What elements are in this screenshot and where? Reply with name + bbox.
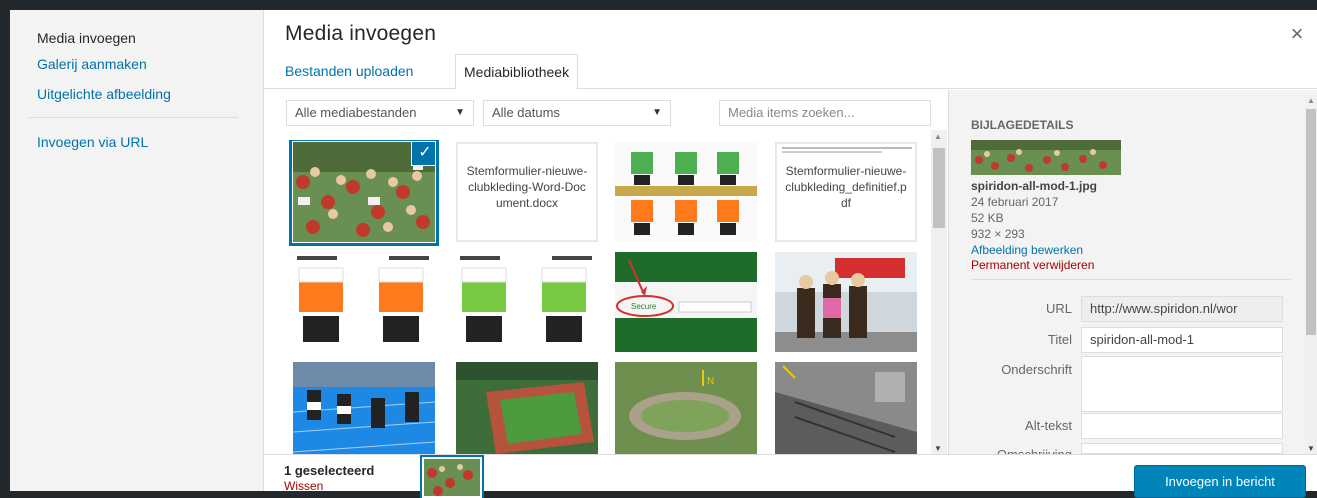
- insert-into-post-button[interactable]: Invoegen in bericht: [1134, 465, 1306, 498]
- attachment-athletes-photo[interactable]: [775, 252, 917, 352]
- caption-field[interactable]: [1081, 356, 1283, 412]
- attachment-stadium-aerial[interactable]: [456, 362, 598, 454]
- media-menu: Media invoegen Galerij aanmaken Uitgelic…: [10, 10, 264, 491]
- selection-count: 1 geselecteerd: [284, 463, 375, 478]
- modal-title: Media invoegen: [285, 22, 437, 45]
- admin-top-bar: [0, 0, 1317, 10]
- menu-item-create-gallery[interactable]: Galerij aanmaken: [37, 56, 147, 72]
- alt-text-field[interactable]: [1081, 413, 1283, 439]
- tab-upload-files[interactable]: Bestanden uploaden: [277, 54, 421, 89]
- details-filesize: 52 KB: [971, 211, 1004, 225]
- attachment-kit-design-orange[interactable]: [293, 252, 435, 352]
- media-type-filter[interactable]: Alle mediabestanden ▼: [286, 100, 474, 126]
- title-label: Titel: [1047, 332, 1072, 347]
- stadium-aerial-thumbnail: [456, 362, 598, 454]
- attachment-docx[interactable]: Stemformulier-nieuwe-clubkleding-Word-Do…: [456, 142, 598, 242]
- menu-item-insert-from-url[interactable]: Invoegen via URL: [37, 134, 148, 150]
- attachment-sprint-photo[interactable]: [293, 362, 435, 454]
- date-filter-value: Alle datums: [492, 105, 560, 120]
- svg-text:N: N: [707, 376, 714, 387]
- scroll-up-icon[interactable]: ▲: [934, 132, 942, 141]
- media-type-filter-value: Alle mediabestanden: [295, 105, 417, 120]
- athletes-photo-thumbnail: [775, 252, 917, 352]
- scroll-down-icon[interactable]: ▼: [934, 444, 942, 453]
- menu-separator: [28, 117, 238, 118]
- chevron-down-icon: ▼: [652, 107, 662, 118]
- media-toolbar: 1 geselecteerd Wissen Invoegen in berich…: [264, 454, 1317, 498]
- attachment-pdf[interactable]: Stemformulier-nieuwe-clubkleding_definit…: [775, 142, 917, 242]
- scrollbar-thumb[interactable]: [933, 148, 945, 228]
- attachment-details-heading: BIJLAGEDETAILS: [971, 118, 1074, 132]
- details-separator: [971, 279, 1291, 280]
- grid-scrollbar[interactable]: ▲ ▼: [931, 130, 947, 455]
- track-aerial-thumbnail: N: [615, 362, 757, 454]
- title-field[interactable]: spiridon-all-mod-1: [1081, 327, 1283, 353]
- attachment-spiridon-crowd[interactable]: ✓: [293, 142, 435, 242]
- attachment-kit-design-a[interactable]: [615, 142, 757, 242]
- attachments-browser: Alle mediabestanden ▼ Alle datums ▼ Medi…: [264, 90, 950, 454]
- details-date: 24 februari 2017: [971, 195, 1059, 209]
- details-thumbnail: [971, 140, 1121, 175]
- alt-text-label: Alt-tekst: [1025, 418, 1072, 433]
- attachment-track-aerial[interactable]: N: [615, 362, 757, 454]
- checkmark-icon[interactable]: ✓: [411, 142, 435, 166]
- attachment-details-sidebar: BIJLAGEDETAILS spiridon-all-mod-1.jpg 24…: [948, 90, 1317, 462]
- menu-item-insert-media[interactable]: Media invoegen: [37, 30, 136, 46]
- tab-media-library[interactable]: Mediabibliotheek: [455, 54, 579, 90]
- selected-attachment-thumbnail[interactable]: [424, 459, 480, 496]
- scroll-up-icon[interactable]: ▲: [1307, 96, 1315, 105]
- attachment-kit-design-green[interactable]: [456, 252, 598, 352]
- details-dimensions: 932 × 293: [971, 227, 1025, 241]
- scroll-down-icon[interactable]: ▼: [1307, 444, 1315, 453]
- media-search-input[interactable]: Media items zoeken...: [719, 100, 931, 126]
- url-field[interactable]: http://www.spiridon.nl/wor: [1081, 296, 1283, 322]
- pdf-preview-header: [782, 147, 912, 153]
- delete-permanently-link[interactable]: Permanent verwijderen: [971, 258, 1094, 272]
- attachment-filename: Stemformulier-nieuwe-clubkleding_definit…: [785, 164, 907, 210]
- kit-design-thumbnail: [293, 252, 435, 352]
- menu-item-featured-image[interactable]: Uitgelichte afbeelding: [37, 86, 171, 102]
- media-modal: Media invoegen Galerij aanmaken Uitgelic…: [10, 10, 1317, 498]
- caption-label: Onderschrift: [1001, 362, 1072, 377]
- attachment-historic-photo[interactable]: [775, 362, 917, 454]
- sidebar-scrollbar[interactable]: ▲ ▼: [1305, 95, 1317, 454]
- date-filter[interactable]: Alle datums ▼: [483, 100, 671, 126]
- edit-image-link[interactable]: Afbeelding bewerken: [971, 243, 1083, 257]
- scrollbar-thumb[interactable]: [1306, 109, 1316, 335]
- chevron-down-icon: ▼: [455, 107, 465, 118]
- sprint-photo-thumbnail: [293, 362, 435, 454]
- description-field[interactable]: [1081, 443, 1283, 454]
- secure-label: Secure: [631, 302, 657, 311]
- attachment-filename: Stemformulier-nieuwe-clubkleding-Word-Do…: [466, 164, 588, 210]
- url-label: URL: [1045, 301, 1072, 316]
- historic-photo-thumbnail: [775, 362, 917, 454]
- attachments-grid: ✓ Stemformulier-nieuwe-clubkleding-Word-…: [281, 140, 921, 454]
- router-tabs: Bestanden uploaden Mediabibliotheek: [264, 54, 1317, 90]
- kit-design-thumbnail: [615, 142, 757, 242]
- kit-design-thumbnail: [456, 252, 598, 352]
- details-filename: spiridon-all-mod-1.jpg: [971, 179, 1097, 193]
- attachment-secure-screenshot[interactable]: Secure: [615, 252, 757, 352]
- close-icon[interactable]: ×: [1285, 22, 1309, 46]
